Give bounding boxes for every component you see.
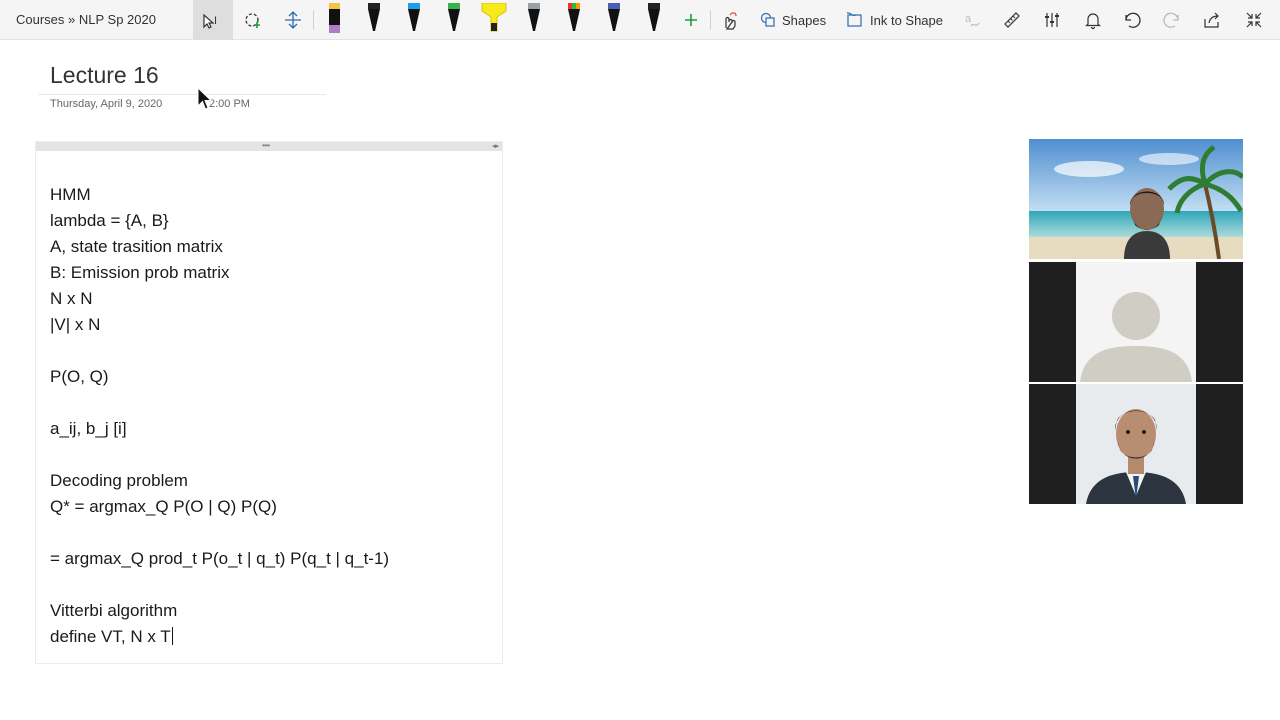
redo-icon <box>1163 12 1179 28</box>
touch-draw-button[interactable] <box>718 0 742 40</box>
note-line: HMM <box>50 185 91 204</box>
pen-rainbow[interactable] <box>562 0 586 40</box>
video-tile-participant-1[interactable] <box>1029 139 1243 259</box>
note-line <box>50 442 389 468</box>
video-tile-participant-2[interactable] <box>1029 262 1243 382</box>
add-pen-button[interactable] <box>680 0 702 40</box>
note-container[interactable]: •••• ◂▸ HMM lambda = {A, B} A, state tra… <box>35 141 503 664</box>
note-line: Vitterbi algorithm <box>50 601 178 620</box>
pen-icon <box>568 3 580 31</box>
mouse-pointer-icon <box>197 87 213 110</box>
note-line: |V| x N <box>50 315 101 334</box>
lasso-add-tool[interactable] <box>240 0 266 40</box>
shapes-button[interactable]: Shapes <box>760 0 826 40</box>
drag-handle-icon[interactable]: •••• <box>262 142 270 150</box>
redo-button[interactable] <box>1160 0 1184 40</box>
eraser-pen-icon <box>329 3 340 33</box>
drawing-toolbar: Courses » NLP Sp 2020 I Shapes Ink to Sh… <box>0 0 1280 40</box>
lasso-select-tool[interactable]: I <box>193 0 233 40</box>
page-date: Thursday, April 9, 2020 <box>50 98 163 110</box>
lasso-plus-icon <box>245 13 260 28</box>
pen-icon <box>448 3 460 31</box>
pen-green[interactable] <box>442 0 466 40</box>
collapse-button[interactable] <box>1242 0 1266 40</box>
avatar-placeholder-icon <box>1080 292 1192 382</box>
note-line: A, state trasition matrix <box>50 237 223 256</box>
sliders-icon <box>1045 13 1059 27</box>
svg-text:I: I <box>214 15 217 27</box>
ruler-icon <box>1004 12 1020 28</box>
undo-button[interactable] <box>1120 0 1144 40</box>
note-line: P(O, Q) <box>50 367 109 386</box>
touch-draw-icon <box>725 12 737 30</box>
video-tile-participant-3[interactable] <box>1029 384 1243 504</box>
insert-space-icon <box>285 11 301 29</box>
note-line: a_ij, b_j [i] <box>50 419 127 438</box>
ruler-button[interactable] <box>1000 0 1024 40</box>
pen-black[interactable] <box>362 0 386 40</box>
highlighter-icon <box>481 3 507 32</box>
pen-blue[interactable] <box>402 0 426 40</box>
pencil-gray[interactable] <box>522 0 546 40</box>
notifications-button[interactable] <box>1081 0 1105 40</box>
note-text[interactable]: HMM lambda = {A, B} A, state trasition m… <box>50 182 389 650</box>
participant-video-suit <box>1076 384 1196 504</box>
note-line <box>50 390 389 416</box>
note-line: Q* = argmax_Q P(O | Q) P(Q) <box>50 497 277 516</box>
plus-icon <box>685 14 697 26</box>
note-container-handle[interactable]: •••• ◂▸ <box>36 142 502 151</box>
note-line: lambda = {A, B} <box>50 211 169 230</box>
note-line-last: define VT, N x T <box>50 624 389 650</box>
note-line: Decoding problem <box>50 471 188 490</box>
title-underline <box>38 94 326 95</box>
pen-black-purple[interactable] <box>322 0 346 40</box>
undo-icon <box>1125 12 1141 28</box>
adjust-button[interactable] <box>1040 0 1064 40</box>
bell-icon <box>1085 13 1101 30</box>
svg-text:a: a <box>965 13 972 25</box>
note-line <box>50 338 389 364</box>
page-title[interactable]: Lecture 16 <box>50 62 159 89</box>
breadcrumb[interactable]: Courses » NLP Sp 2020 <box>16 12 156 27</box>
lasso-select-icon: I <box>203 13 217 29</box>
note-line: = argmax_Q prod_t P(o_t | q_t) P(q_t | q… <box>50 549 390 568</box>
ink-to-shape-icon <box>846 12 862 27</box>
note-line: B: Emission prob matrix <box>50 263 230 282</box>
participant-video-beach <box>1029 139 1243 259</box>
pen-icon <box>368 3 380 31</box>
share-button[interactable] <box>1200 0 1224 40</box>
highlighter-yellow[interactable] <box>480 0 508 40</box>
ink-to-text-icon: a <box>965 13 980 27</box>
share-icon <box>1204 12 1219 28</box>
pen-icon <box>608 3 620 31</box>
resize-arrows-icon[interactable]: ◂▸ <box>492 142 499 151</box>
pen-galaxy[interactable] <box>602 0 626 40</box>
note-line: N x N <box>50 289 93 308</box>
collapse-icon <box>1246 12 1262 28</box>
ink-to-shape-label: Ink to Shape <box>870 12 943 28</box>
pen-black-2[interactable] <box>642 0 666 40</box>
page-time: 2:00 PM <box>209 98 250 110</box>
note-line-text: define VT, N x T <box>50 627 171 646</box>
ink-to-shape-button[interactable]: Ink to Shape <box>846 0 943 40</box>
note-line <box>50 572 389 598</box>
pencil-icon <box>528 3 540 31</box>
shapes-icon <box>760 12 775 27</box>
text-cursor <box>171 627 173 645</box>
pen-icon <box>648 3 660 31</box>
insert-space-tool[interactable] <box>280 0 306 40</box>
pen-icon <box>408 3 420 31</box>
note-line <box>50 520 389 546</box>
ink-to-text-button[interactable]: a <box>960 0 984 40</box>
shapes-label: Shapes <box>782 12 827 28</box>
